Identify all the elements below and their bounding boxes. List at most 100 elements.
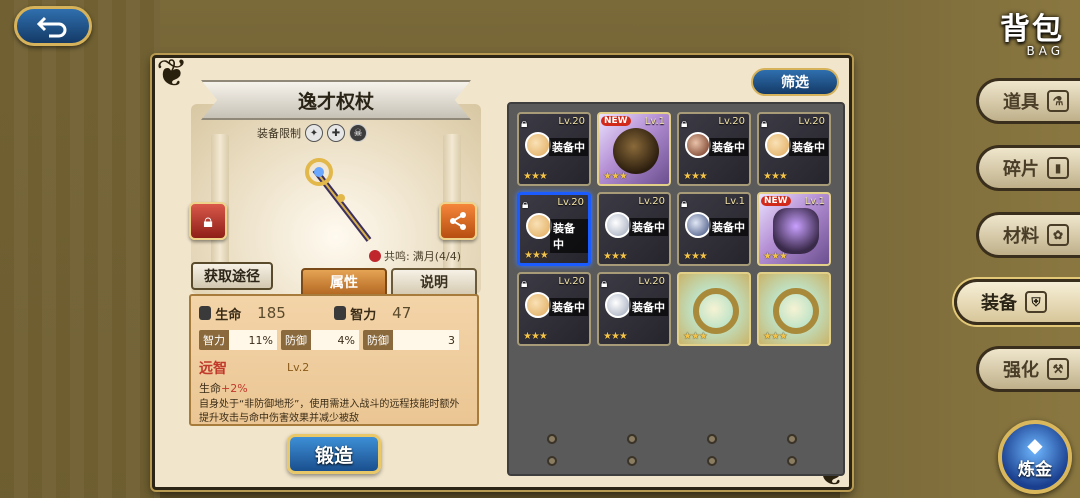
class-demon-icon[interactable]: ☠ <box>349 124 367 142</box>
forge-button[interactable]: 锻造 <box>287 434 381 474</box>
new-badge: NEW <box>601 116 631 126</box>
empty-slot <box>627 434 637 444</box>
resonance-icon <box>369 250 381 262</box>
lock-icon: 🔒︎ <box>521 276 528 290</box>
substat: 智力 11% <box>199 330 277 350</box>
equipment-art-icon <box>773 208 819 254</box>
substat-key: 智力 <box>199 330 229 350</box>
filter-button[interactable]: 筛选 <box>751 68 839 96</box>
equipment-art-icon <box>613 128 659 174</box>
lock-icon: 🔒︎ <box>521 116 528 130</box>
equipment-card[interactable]: Lv.1 NEW ★★★ <box>597 112 671 186</box>
equipment-card[interactable]: Lv.20 🔒︎ 装备中 ★★★ <box>517 272 591 346</box>
resonance-value: 满月(4/4) <box>412 250 462 263</box>
sidebar-item-2[interactable]: 材料 ✿ <box>976 212 1080 258</box>
lock-button[interactable]: 🔒︎ <box>189 202 227 240</box>
equipped-badge: 装备中 <box>550 219 588 253</box>
equip-limit: 装备限制 ✦ ✚ ☠ <box>257 124 367 142</box>
main-stats: 生命 185 智力 47 <box>199 302 469 324</box>
level-label: Lv.20 <box>638 276 665 287</box>
back-button[interactable] <box>14 6 92 46</box>
character-avatar <box>685 132 711 158</box>
main-panel: ❦ ❦ 逸才权杖 装备限制 ✦ ✚ ☠ 🔒︎ <box>152 51 852 494</box>
equipment-card[interactable]: Lv.20 🔒︎ 装备中 ★★★ <box>757 112 831 186</box>
class-mage-icon[interactable]: ✦ <box>305 124 323 142</box>
empty-slot <box>787 434 797 444</box>
lock-icon: 🔒︎ <box>203 210 213 232</box>
back-arrow-icon <box>37 16 67 38</box>
background-left <box>0 0 160 498</box>
item-name: 逸才权杖 <box>297 90 374 113</box>
equipped-badge: 装备中 <box>549 298 588 316</box>
equipment-card[interactable]: ★★★ <box>757 272 831 346</box>
sidebar-item-3[interactable]: 装备 ⛨ <box>954 279 1080 325</box>
substat-value: 11% <box>229 330 277 350</box>
sidebar-item-label: 材料 <box>1003 226 1039 247</box>
equipment-card[interactable]: ★★★ <box>677 272 751 346</box>
equipped-badge: 装备中 <box>789 138 828 156</box>
equip-limit-label: 装备限制 <box>257 127 301 140</box>
share-button[interactable] <box>439 202 477 240</box>
level-label: Lv.1 <box>644 116 665 127</box>
resonance-label: 共鸣: <box>384 250 410 263</box>
resonance-info: 共鸣: 满月(4/4) <box>369 248 461 264</box>
empty-slot <box>707 456 717 466</box>
rarity-stars: ★★★ <box>683 331 708 342</box>
character-avatar <box>685 212 711 238</box>
page-title: 背包 BAG <box>1000 4 1064 58</box>
substat: 防御 4% <box>281 330 359 350</box>
rarity-stars: ★★★ <box>763 251 788 262</box>
character-avatar <box>526 213 552 239</box>
level-label: Lv.20 <box>798 116 825 127</box>
rarity-stars: ★★★ <box>523 331 548 342</box>
sidebar-item-4[interactable]: 强化 ⚒ <box>976 346 1080 392</box>
sidebar-item-label: 道具 <box>1003 92 1039 113</box>
equipment-art-icon <box>693 288 739 334</box>
substat-value: 3 <box>393 330 459 350</box>
level-label: Lv.20 <box>558 116 585 127</box>
category-icon: ⚗ <box>1047 90 1069 112</box>
new-badge: NEW <box>761 196 791 206</box>
level-label: Lv.20 <box>638 196 665 207</box>
item-detail-panel: 逸才权杖 装备限制 ✦ ✚ ☠ 🔒︎ 共鸣: 满月(4/4) 获取途径 属性 说… <box>161 64 501 484</box>
rarity-stars: ★★★ <box>763 331 788 342</box>
equipment-card[interactable]: Lv.20 装备中 ★★★ <box>597 192 671 266</box>
character-avatar <box>765 132 791 158</box>
substat-value: 4% <box>311 330 359 350</box>
sidebar-item-1[interactable]: 碎片 ▮ <box>976 145 1080 191</box>
rarity-stars: ★★★ <box>763 171 788 182</box>
lock-icon: 🔒︎ <box>681 116 688 130</box>
lock-icon: 🔒︎ <box>601 276 608 290</box>
tab-attributes[interactable]: 属性 <box>301 268 387 296</box>
alchemy-label: 炼金 <box>1018 459 1052 480</box>
tab-description[interactable]: 说明 <box>391 268 477 296</box>
skill-effect-label: 生命 <box>199 382 221 395</box>
class-healer-icon[interactable]: ✚ <box>327 124 345 142</box>
equipment-card[interactable]: Lv.20 🔒︎ 装备中 ★★★ <box>677 112 751 186</box>
sidebar-item-label: 强化 <box>1003 360 1039 381</box>
rarity-stars: ★★★ <box>683 171 708 182</box>
equipment-card[interactable]: Lv.20 🔒︎ 装备中 ★★★ <box>517 192 591 266</box>
rarity-stars: ★★★ <box>603 171 628 182</box>
source-button[interactable]: 获取途径 <box>191 262 273 290</box>
rarity-stars: ★★★ <box>523 171 548 182</box>
equipment-card[interactable]: Lv.1 🔒︎ 装备中 ★★★ <box>677 192 751 266</box>
empty-slot <box>707 434 717 444</box>
staff-item-icon <box>305 158 372 242</box>
sidebar-item-0[interactable]: 道具 ⚗ <box>976 78 1080 124</box>
skill-effect: 生命+2% <box>199 380 469 396</box>
category-icon: ▮ <box>1047 157 1069 179</box>
equipment-card[interactable]: Lv.1 NEW ★★★ <box>757 192 831 266</box>
rarity-stars: ★★★ <box>683 251 708 262</box>
skill-effect-value: +2% <box>221 382 248 395</box>
alchemy-button[interactable]: ◆ 炼金 <box>998 420 1072 494</box>
share-icon <box>450 212 466 230</box>
sidebar-item-label: 装备 <box>981 293 1017 314</box>
level-label: Lv.20 <box>558 276 585 287</box>
level-label: Lv.20 <box>718 116 745 127</box>
equipment-card[interactable]: Lv.20 🔒︎ 装备中 ★★★ <box>597 272 671 346</box>
substat-key: 防御 <box>363 330 393 350</box>
skill-name: 远智 <box>199 361 227 377</box>
level-label: Lv.1 <box>804 196 825 207</box>
equipment-card[interactable]: Lv.20 🔒︎ 装备中 ★★★ <box>517 112 591 186</box>
